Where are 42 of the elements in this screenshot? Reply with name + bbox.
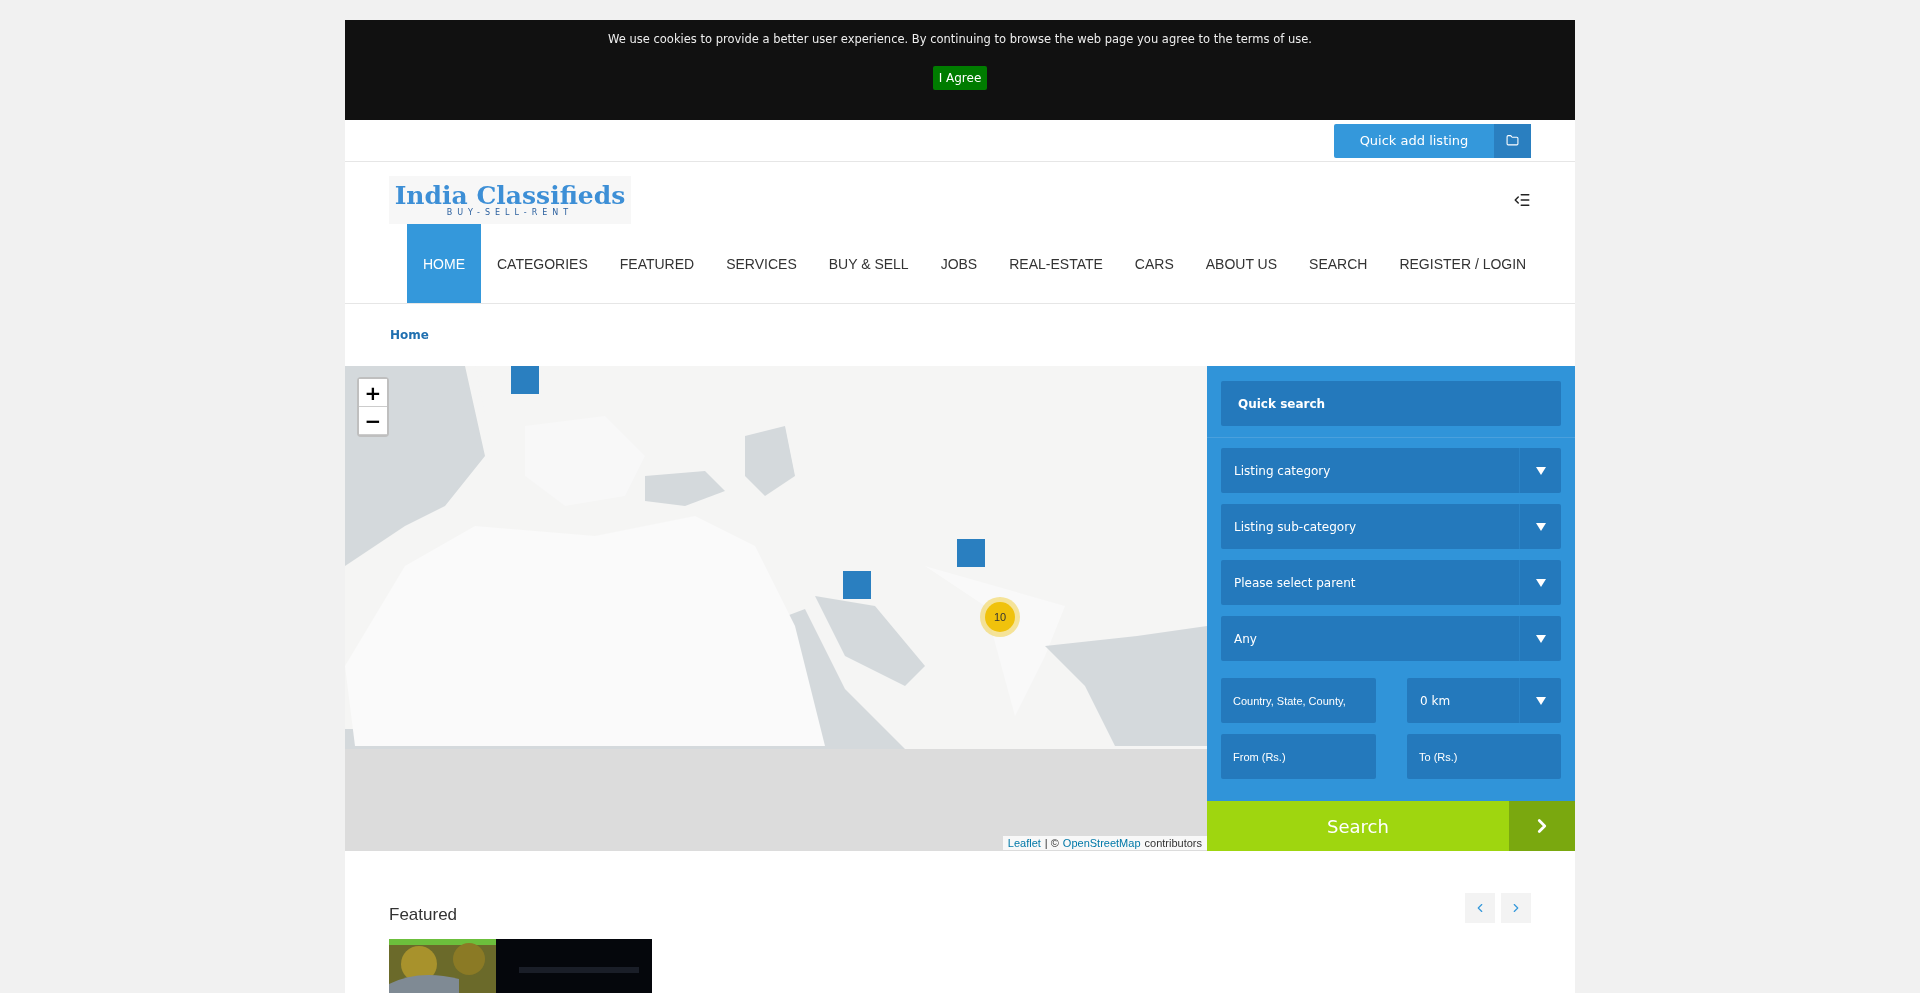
caret-down-icon: [1535, 522, 1546, 531]
nav-link[interactable]: REGISTER / LOGIN: [1383, 224, 1543, 303]
folder-icon: [1506, 134, 1519, 147]
location-field[interactable]: Country, State, County,: [1221, 678, 1376, 723]
map-marker[interactable]: [843, 571, 871, 599]
nav-link[interactable]: SEARCH: [1293, 224, 1384, 303]
agree-button[interactable]: I Agree: [932, 66, 988, 90]
caret-down-icon: [1535, 634, 1546, 643]
nav-link[interactable]: JOBS: [924, 224, 994, 303]
price-to-field[interactable]: To (Rs.): [1407, 734, 1561, 779]
breadcrumb-link[interactable]: Home: [390, 328, 429, 342]
featured-title: Featured: [389, 905, 458, 925]
nav-link[interactable]: CARS: [1118, 224, 1190, 303]
cookie-message: We use cookies to provide a better user experience. By continuing to browse the web page you agree to the terms of use.: [608, 32, 1312, 46]
price-from-field[interactable]: From (Rs.): [1221, 734, 1376, 779]
dropdown-select[interactable]: Please select parent: [1221, 560, 1561, 605]
nav-link[interactable]: FEATURED: [603, 224, 711, 303]
dropdown-select[interactable]: Any: [1221, 616, 1561, 661]
next-button[interactable]: [1501, 893, 1531, 923]
zoom-in-button[interactable]: +: [359, 379, 387, 407]
openstreetmap-link[interactable]: OpenStreetMap: [1062, 837, 1141, 849]
map-marker[interactable]: [957, 539, 985, 567]
logo[interactable]: India Classifieds BUY-SELL-RENT: [389, 176, 631, 224]
attribution-text: contributors: [1144, 837, 1202, 849]
attribution-separator: | ©: [1044, 837, 1059, 849]
map-marker[interactable]: [511, 366, 539, 394]
quick-search-title: Quick search: [1238, 396, 1326, 411]
dropdown-select[interactable]: Listing sub-category: [1221, 504, 1561, 549]
leaflet-link[interactable]: Leaflet: [1007, 837, 1041, 849]
nav-link[interactable]: REAL-ESTATE: [993, 224, 1119, 303]
radius-select[interactable]: 0 km: [1407, 678, 1561, 723]
nav-link[interactable]: ABOUT US: [1189, 224, 1294, 303]
dropdown-select[interactable]: Listing category: [1221, 448, 1561, 493]
nav-link[interactable]: BUY & SELL: [812, 224, 925, 303]
menu-icon[interactable]: [1513, 191, 1531, 209]
caret-down-icon: [1535, 578, 1546, 587]
caret-down-icon: [1535, 466, 1546, 475]
caret-down-icon: [1535, 696, 1546, 705]
nav-link[interactable]: CATEGORIES: [481, 224, 604, 303]
nav-link[interactable]: SERVICES: [710, 224, 813, 303]
marker-cluster[interactable]: 10: [980, 597, 1020, 637]
previous-button[interactable]: [1465, 893, 1495, 923]
